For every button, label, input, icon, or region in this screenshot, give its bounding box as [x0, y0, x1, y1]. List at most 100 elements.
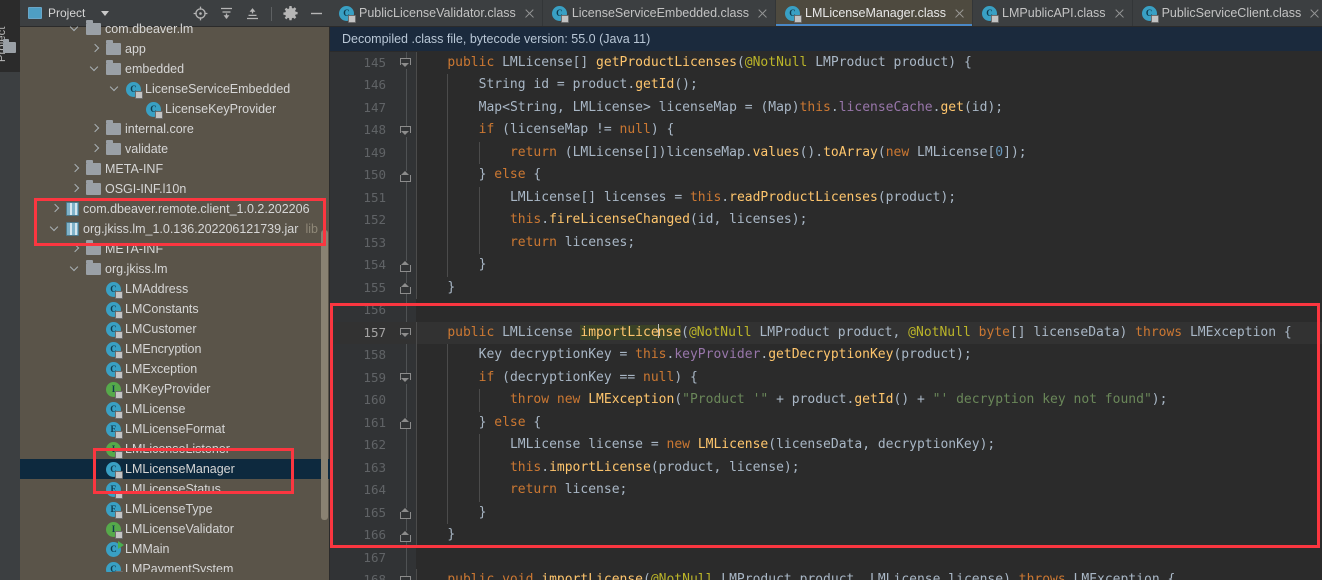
- code-line[interactable]: 164 return license;: [330, 479, 1322, 502]
- chevron-right-icon[interactable]: [89, 139, 101, 159]
- tree-item[interactable]: com.dbeaver.remote.client_1.0.2.202206: [20, 199, 330, 219]
- chevron-right-icon[interactable]: [69, 159, 81, 179]
- chevron-down-icon[interactable]: [89, 59, 101, 79]
- tree-item[interactable]: C LicenseKeyProvider: [20, 99, 330, 119]
- code-line[interactable]: 155 }: [330, 276, 1322, 299]
- tree-item[interactable]: C LMConstants: [20, 299, 330, 319]
- tree-item[interactable]: embedded: [20, 59, 330, 79]
- fold-end-icon[interactable]: [400, 530, 411, 542]
- code-line[interactable]: 163 this.importLicense(product, license)…: [330, 456, 1322, 479]
- tree-item[interactable]: E LMLicenseType: [20, 499, 330, 519]
- fold-end-icon[interactable]: [400, 418, 411, 429]
- editor-tab[interactable]: C PublicServiceClient.class: [1133, 0, 1322, 26]
- fold-collapse-icon[interactable]: [400, 125, 411, 137]
- fold-end-icon[interactable]: [400, 283, 411, 294]
- tree-item[interactable]: com.dbeaver.lm: [20, 19, 330, 39]
- chevron-down-icon[interactable]: [101, 10, 110, 16]
- code-line[interactable]: 156: [330, 299, 1322, 322]
- fold-collapse-icon[interactable]: [400, 575, 411, 580]
- fold-collapse-icon[interactable]: [400, 328, 411, 339]
- project-tree[interactable]: com.dbeaver.lm app embedded C LicenseService…: [20, 19, 330, 572]
- tree-item[interactable]: OSGI-INF.l10n: [20, 179, 330, 199]
- close-icon[interactable]: [954, 8, 965, 19]
- tree-item[interactable]: validate: [20, 139, 330, 159]
- tree-item-label: LMPaymentSystem: [125, 562, 234, 572]
- tree-item[interactable]: E LMLicenseStatus: [20, 479, 330, 499]
- code-line[interactable]: 161 } else {: [330, 411, 1322, 434]
- code-line[interactable]: 160 throw new LMException("Product '" + …: [330, 389, 1322, 412]
- line-number: 158: [363, 347, 386, 362]
- close-icon[interactable]: [1114, 8, 1125, 19]
- tree-item[interactable]: C LMException: [20, 359, 330, 379]
- tree-item[interactable]: E LMLicenseFormat: [20, 419, 330, 439]
- chevron-right-icon[interactable]: [89, 119, 101, 139]
- code-line[interactable]: 145 public LMLicense[] getProductLicense…: [330, 52, 1322, 74]
- tree-item[interactable]: C LMPaymentSystem: [20, 559, 330, 572]
- sidebar-vertical-tab-project[interactable]: Project: [0, 0, 20, 72]
- tree-item[interactable]: C LMAddress: [20, 279, 330, 299]
- code-line[interactable]: 148 if (licenseMap != null) {: [330, 119, 1322, 142]
- line-number: 162: [363, 437, 386, 452]
- code-line[interactable]: 157 public LMLicense importLicense(@NotN…: [330, 321, 1322, 344]
- tree-item[interactable]: C LMEncryption: [20, 339, 330, 359]
- project-panel-scrollbar[interactable]: [321, 230, 328, 520]
- chevron-right-icon[interactable]: [89, 39, 101, 59]
- editor-tab[interactable]: C LicenseServiceEmbedded.class: [543, 0, 776, 26]
- code-line[interactable]: 165 }: [330, 501, 1322, 524]
- tree-item[interactable]: internal.core: [20, 119, 330, 139]
- code-line[interactable]: 167: [330, 547, 1322, 570]
- code-line[interactable]: 146 String id = product.getId();: [330, 74, 1322, 97]
- chevron-down-icon[interactable]: [49, 219, 61, 239]
- tree-item[interactable]: I LMKeyProvider: [20, 379, 330, 399]
- chevron-down-icon[interactable]: [69, 19, 81, 39]
- fold-end-icon[interactable]: [400, 170, 411, 182]
- code-line[interactable]: 147 Map<String, LMLicense> licenseMap = …: [330, 96, 1322, 119]
- tree-item[interactable]: C LMMain: [20, 539, 330, 559]
- editor-tab-active[interactable]: C LMLicenseManager.class: [776, 0, 974, 26]
- fold-end-icon[interactable]: [400, 260, 411, 272]
- chevron-right-icon[interactable]: [69, 239, 81, 259]
- tree-item[interactable]: C LMCustomer: [20, 319, 330, 339]
- code-line[interactable]: 166 }: [330, 524, 1322, 547]
- tree-item[interactable]: app: [20, 39, 330, 59]
- code-line[interactable]: 154 }: [330, 254, 1322, 277]
- chevron-down-icon[interactable]: [69, 259, 81, 279]
- code-line[interactable]: 158 Key decryptionKey = this.keyProvider…: [330, 344, 1322, 367]
- tree-item[interactable]: C LicenseServiceEmbedded: [20, 79, 330, 99]
- code-viewport[interactable]: 145 public LMLicense[] getProductLicense…: [330, 52, 1322, 580]
- code-line[interactable]: 149 return (LMLicense[])licenseMap.value…: [330, 141, 1322, 164]
- fold-collapse-icon[interactable]: [400, 58, 411, 69]
- tree-item-label: LMLicenseManager: [125, 462, 235, 476]
- close-icon[interactable]: [757, 8, 768, 19]
- project-panel-title-group[interactable]: Project: [20, 6, 110, 20]
- enum-icon: E: [106, 421, 123, 439]
- tree-item[interactable]: C LMLicense: [20, 399, 330, 419]
- fold-end-icon[interactable]: [400, 508, 411, 519]
- chevron-down-icon[interactable]: [109, 79, 121, 99]
- project-panel-icon: [3, 39, 16, 53]
- code-line[interactable]: 150 } else {: [330, 164, 1322, 187]
- code-line[interactable]: 151 LMLicense[] licenses = this.readProd…: [330, 186, 1322, 209]
- tree-item-label: LMLicenseType: [125, 502, 213, 516]
- code-line[interactable]: 159 if (decryptionKey == null) {: [330, 366, 1322, 389]
- tree-item-selected[interactable]: C LMLicenseManager: [20, 459, 330, 479]
- tree-item[interactable]: META-INF: [20, 239, 330, 259]
- code-line[interactable]: 168 public void importLicense(@NotNull L…: [330, 569, 1322, 580]
- tree-item[interactable]: org.jkiss.lm: [20, 259, 330, 279]
- chevron-right-icon[interactable]: [49, 199, 61, 219]
- close-icon[interactable]: [1309, 8, 1320, 19]
- tree-item[interactable]: I LMLicenseValidator: [20, 519, 330, 539]
- code-content[interactable]: 145 public LMLicense[] getProductLicense…: [330, 52, 1322, 580]
- tree-item[interactable]: I LMLicenseListener: [20, 439, 330, 459]
- editor-tab[interactable]: C PublicLicenseValidator.class: [330, 0, 543, 26]
- code-line[interactable]: 153 return licenses;: [330, 231, 1322, 254]
- editor-tab[interactable]: C LMPublicAPI.class: [973, 0, 1133, 26]
- chevron-right-icon[interactable]: [69, 179, 81, 199]
- code-line[interactable]: 152 this.fireLicenseChanged(id, licenses…: [330, 209, 1322, 232]
- close-icon[interactable]: [524, 8, 535, 19]
- tree-item[interactable]: META-INF: [20, 159, 330, 179]
- tree-item[interactable]: org.jkiss.lm_1.0.136.202206121739.jar lib: [20, 219, 330, 239]
- code-line[interactable]: 162 LMLicense license = new LMLicense(li…: [330, 434, 1322, 457]
- fold-collapse-icon[interactable]: [400, 373, 411, 384]
- class-file-icon: C: [551, 5, 569, 23]
